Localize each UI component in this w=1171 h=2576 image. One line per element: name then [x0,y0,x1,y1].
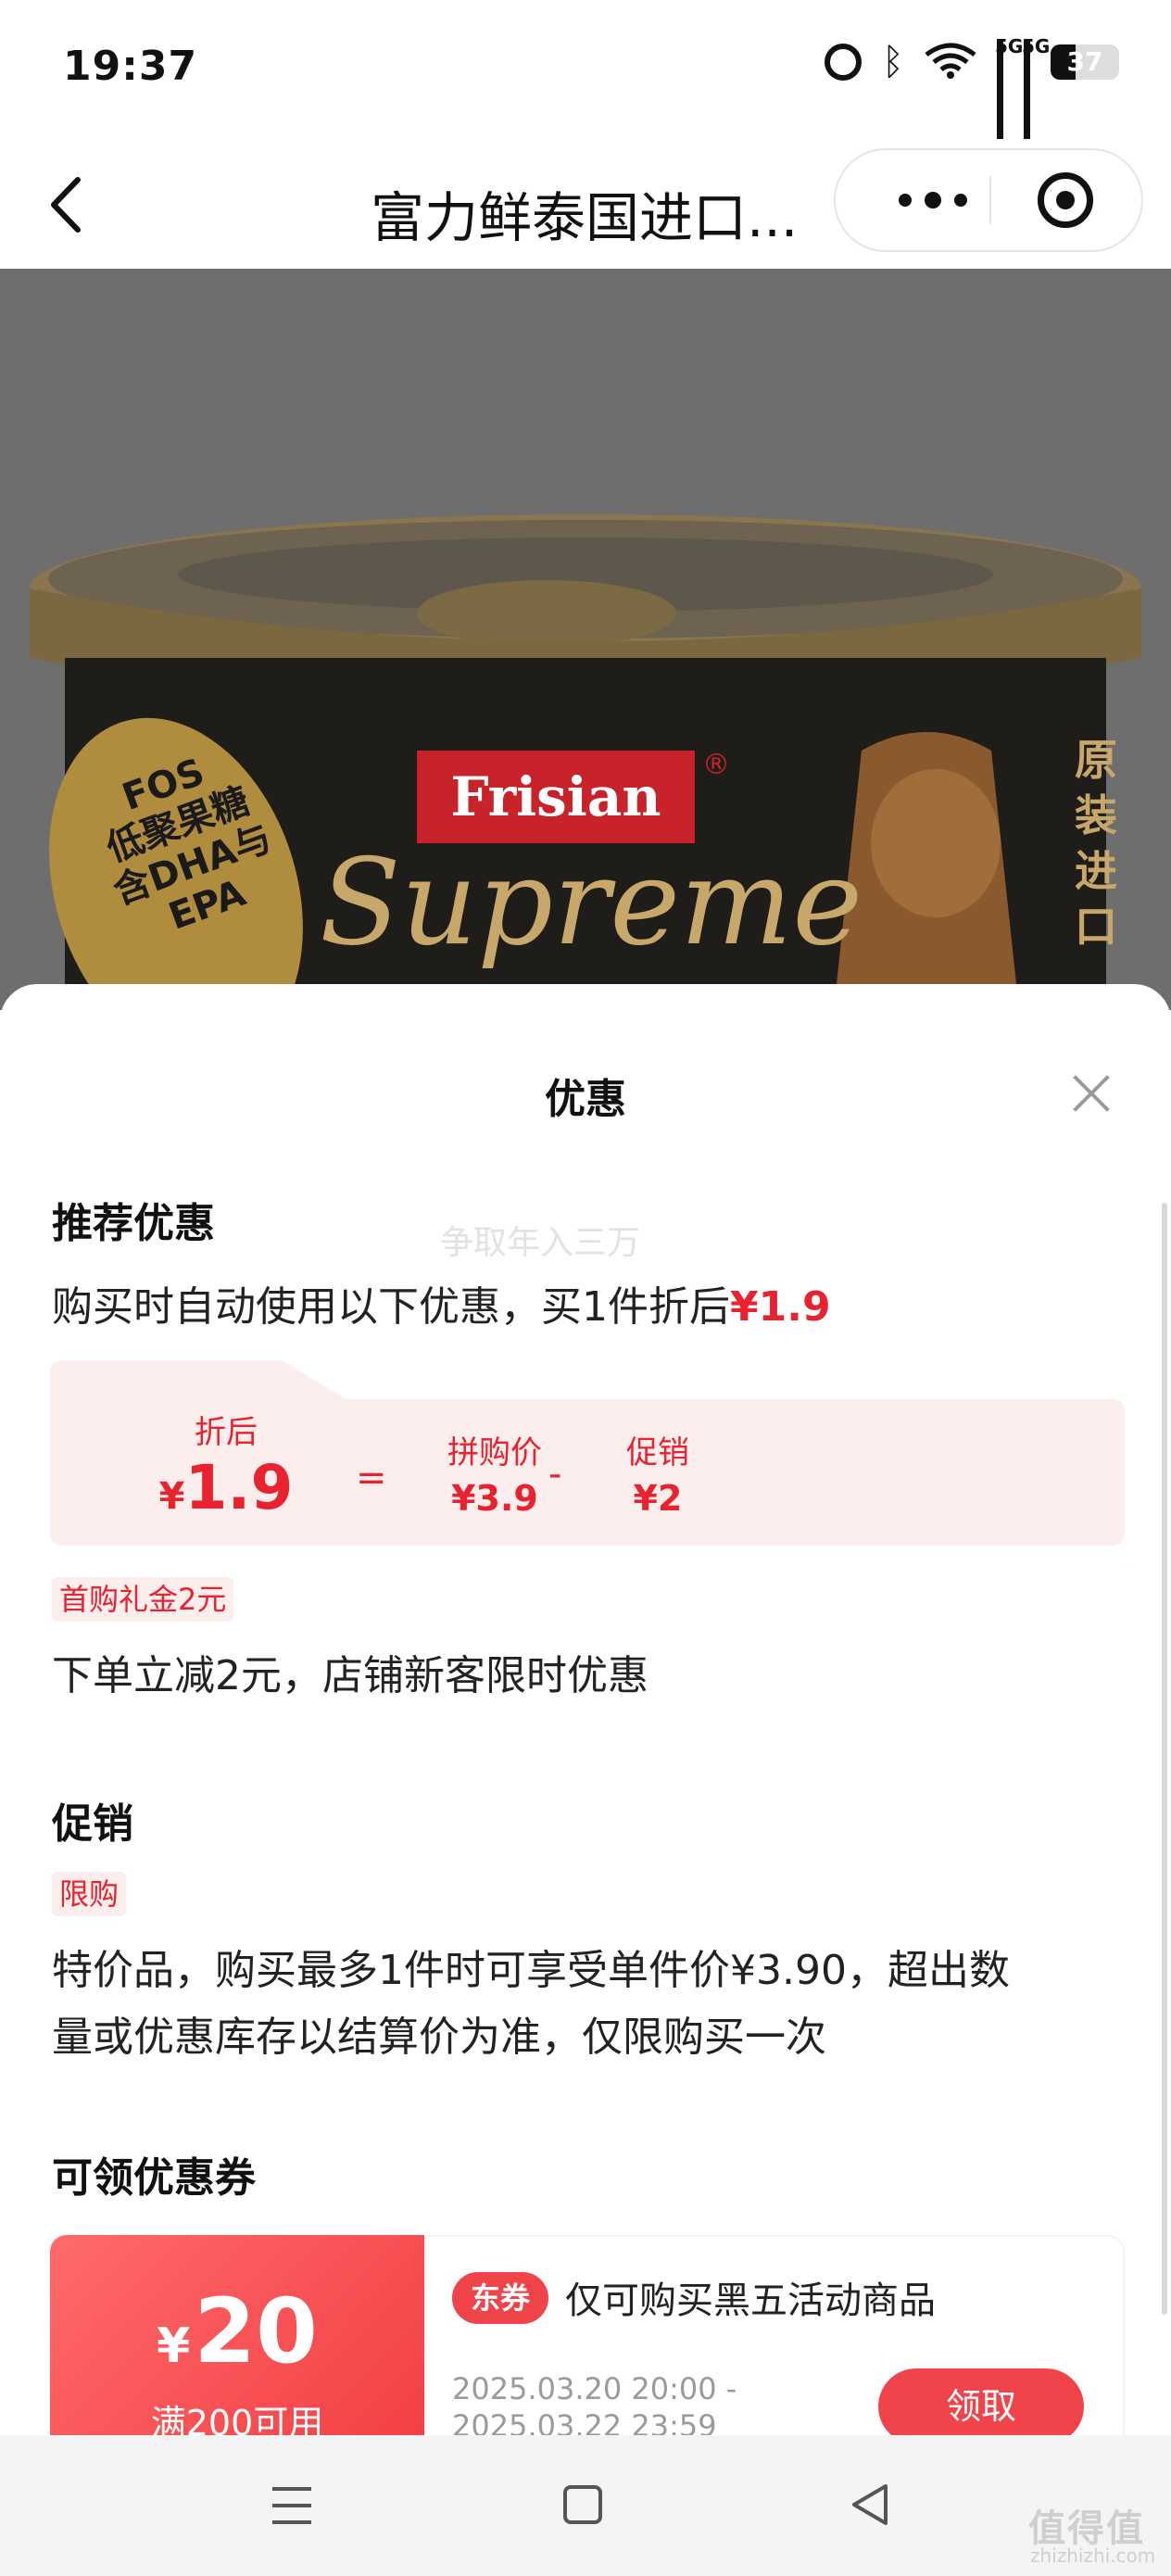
status-time: 19:37 [63,43,198,90]
first-purchase-desc: 下单立减2元，店铺新客限时优惠 [52,1652,648,1699]
coupon-amount: ¥20 [50,2279,424,2383]
coupon-amount-value: 20 [194,2279,318,2383]
coupon-validity: 2025.03.20 20:00 - 2025.03.22 23:59 [452,2371,737,2439]
minus-sign: - [548,1453,562,1496]
close-icon[interactable] [1071,1073,1112,1114]
promotion-desc-line-2: 量或优惠库存以结算价为准，仅限购买一次 [52,2014,826,2061]
battery-level: 37 [1066,46,1103,77]
coupon-type-badge: 东券 [452,2272,548,2324]
recommended-heading: 推荐优惠 [52,1200,215,1247]
recommended-desc: 购买时自动使用以下优惠，买1件折后¥1.9 [52,1273,831,1332]
after-discount-amount: 1.9 [184,1452,294,1523]
coupon-info-panel: 东券 仅可购买黑五活动商品 2025.03.20 20:00 - 2025.03… [424,2235,1125,2439]
signal-5g-icon: 5G [1022,35,1050,148]
signal-5g-icon: 5G [995,35,1023,148]
promotion-desc-line-1: 特价品，购买最多1件时可享受单件价¥3.90，超出数 [52,1947,1010,1994]
brand-label: Frisian [417,751,695,843]
after-discount-currency: ¥ [158,1475,185,1518]
wifi-icon [925,42,976,82]
watermark-url: zhizhizhi.com [1030,2544,1156,2567]
equals-sign: = [356,1457,387,1499]
status-bar: 19:37 ᛒ 5G 5G 37 [0,0,1171,148]
bluetooth-icon: ᛒ [882,41,904,83]
coupon-condition: 满200可用 [150,2403,324,2439]
back-arrow-icon[interactable] [43,172,94,237]
after-discount: 折后 ¥1.9 [143,1407,309,1523]
promo-label: 促销 [626,1434,689,1471]
coupon-desc: 仅可购买黑五活动商品 [565,2279,936,2322]
promotion-heading: 促销 [52,1800,133,1848]
registered-mark: ® [702,749,730,781]
recommended-desc-text: 购买时自动使用以下优惠，买1件折后 [52,1283,730,1331]
capsule-menu [834,148,1143,252]
capsule-divider [989,176,991,224]
coupon-currency: ¥ [157,2318,191,2374]
discount-sheet: 优惠 争取年入三万 推荐优惠 购买时自动使用以下优惠，买1件折后¥1.9 折后 … [0,984,1171,2439]
coupon-value-panel: ¥20 满200可用 [50,2235,424,2439]
after-discount-label: 折后 [195,1414,258,1451]
alarm-icon [825,44,862,81]
back-icon[interactable] [849,2481,891,2528]
network-label: 5G [995,35,1024,57]
promo-discount: 促销 ¥2 [593,1427,723,1519]
recommended-price: ¥1.9 [730,1283,831,1331]
more-dots-icon[interactable] [873,150,993,250]
system-nav-bar [0,2435,1171,2576]
menu-icon[interactable] [272,2487,311,2524]
coupons-heading: 可领优惠券 [52,2154,256,2202]
network-label: 5G [1022,35,1051,57]
status-icons: ᛒ 5G 5G 37 [825,35,1119,148]
battery-icon: 37 [1051,44,1119,80]
home-icon[interactable] [563,2485,602,2524]
watermark-text: 争取年入三万 [440,1224,641,1262]
sheet-title: 优惠 [545,1076,626,1123]
nav-bar: 富力鲜泰国进口... [0,139,1171,269]
limit-tag: 限购 [52,1872,127,1916]
product-side-text: 原装进口 [1075,735,1117,952]
coupon-card: ¥20 满200可用 东券 仅可购买黑五活动商品 2025.03.20 20:0… [50,2235,1125,2439]
scrollbar[interactable] [1162,1203,1167,2315]
product-image: FOS 低聚果糖 含DHA与 EPA Frisian ® Supreme Del… [0,269,1171,1010]
claim-button[interactable]: 领取 [878,2368,1084,2439]
after-discount-value: ¥1.9 [143,1452,309,1523]
price-calculation: 折后 ¥1.9 = 拼购价 ¥3.9 - 促销 ¥2 [50,1360,1125,1546]
target-icon[interactable] [1038,172,1093,228]
page-title: 富力鲜泰国进口... [371,186,799,249]
promo-value: ¥2 [633,1478,683,1519]
first-purchase-tag: 首购礼金2元 [52,1577,234,1622]
